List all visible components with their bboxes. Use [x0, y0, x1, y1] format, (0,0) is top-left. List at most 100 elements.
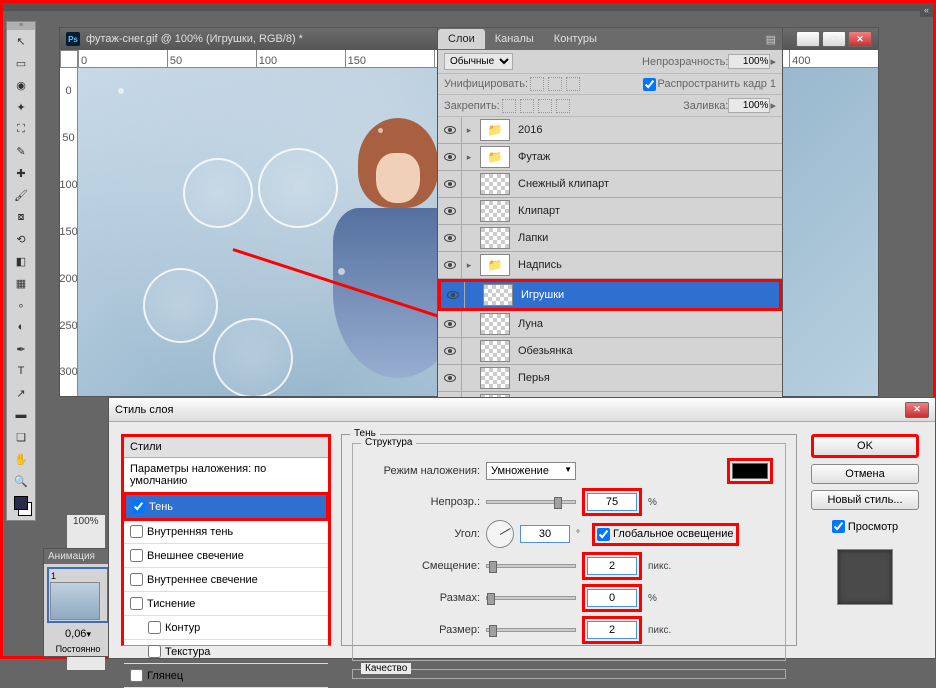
- cancel-button[interactable]: Отмена: [811, 464, 919, 484]
- stamp-tool[interactable]: ⧇: [7, 206, 35, 228]
- style-list-item[interactable]: Тиснение: [124, 592, 328, 616]
- layer-item[interactable]: Лапки: [438, 225, 782, 252]
- tab-channels[interactable]: Каналы: [485, 29, 544, 49]
- dialog-close-button[interactable]: ✕: [905, 402, 929, 418]
- angle-wheel[interactable]: [486, 520, 514, 548]
- style-checkbox[interactable]: [148, 645, 161, 658]
- distance-input[interactable]: [587, 557, 637, 575]
- foreground-color[interactable]: [14, 496, 28, 510]
- size-input[interactable]: [587, 621, 637, 639]
- unify-style-icon[interactable]: [566, 77, 580, 91]
- zoom-tool[interactable]: 🔍: [7, 470, 35, 492]
- visibility-toggle[interactable]: [438, 338, 462, 364]
- path-tool[interactable]: ↗: [7, 382, 35, 404]
- 3d-tool[interactable]: ❏: [7, 426, 35, 448]
- dialog-titlebar[interactable]: Стиль слоя ✕: [109, 398, 935, 422]
- hand-tool[interactable]: ✋: [7, 448, 35, 470]
- style-checkbox[interactable]: [130, 597, 143, 610]
- marquee-tool[interactable]: ▭: [7, 52, 35, 74]
- expand-icon[interactable]: ▸: [462, 152, 476, 163]
- shape-tool[interactable]: ▬: [7, 404, 35, 426]
- layer-item[interactable]: Луна: [438, 311, 782, 338]
- size-slider[interactable]: [486, 628, 576, 632]
- spread-input[interactable]: [587, 589, 637, 607]
- close-button[interactable]: ✕: [848, 31, 872, 47]
- wand-tool[interactable]: ✦: [7, 96, 35, 118]
- lock-pixels-icon[interactable]: [520, 99, 534, 113]
- shadow-color-swatch[interactable]: [732, 463, 768, 479]
- loop-mode[interactable]: Постоянно: [44, 642, 112, 656]
- global-light-checkbox[interactable]: [597, 528, 610, 541]
- layer-item[interactable]: Перья: [438, 365, 782, 392]
- visibility-toggle[interactable]: [438, 198, 462, 224]
- tab-layers[interactable]: Слои: [438, 29, 485, 49]
- brush-tool[interactable]: 🖌: [7, 184, 35, 206]
- style-list-item[interactable]: Внутреннее свечение: [124, 568, 328, 592]
- style-checkbox[interactable]: [148, 621, 161, 634]
- style-checkbox[interactable]: [130, 549, 143, 562]
- lock-all-icon[interactable]: [556, 99, 570, 113]
- move-tool[interactable]: ↖: [7, 30, 35, 52]
- visibility-toggle[interactable]: [438, 117, 462, 143]
- eyedropper-tool[interactable]: ✎: [7, 140, 35, 162]
- opacity-input[interactable]: [587, 493, 637, 511]
- unify-visibility-icon[interactable]: [548, 77, 562, 91]
- visibility-toggle[interactable]: [438, 311, 462, 337]
- minimize-button[interactable]: –: [796, 31, 820, 47]
- style-list-item[interactable]: Внешнее свечение: [124, 544, 328, 568]
- style-checkbox[interactable]: [132, 500, 145, 513]
- lasso-tool[interactable]: ◉: [7, 74, 35, 96]
- layer-item[interactable]: ▸📁Футаж: [438, 144, 782, 171]
- history-brush-tool[interactable]: ⟲: [7, 228, 35, 250]
- dodge-tool[interactable]: ◐: [7, 316, 35, 338]
- visibility-toggle[interactable]: [441, 282, 465, 308]
- eraser-tool[interactable]: ◧: [7, 250, 35, 272]
- style-list-item[interactable]: Глянец: [124, 664, 328, 688]
- expand-icon[interactable]: ▸: [462, 260, 476, 271]
- gradient-tool[interactable]: ▦: [7, 272, 35, 294]
- style-checkbox[interactable]: [130, 525, 143, 538]
- new-style-button[interactable]: Новый стиль...: [811, 490, 919, 510]
- visibility-toggle[interactable]: [438, 252, 462, 278]
- angle-input[interactable]: [520, 525, 570, 543]
- blend-mode-select[interactable]: Обычные: [444, 53, 513, 70]
- color-swatches[interactable]: [7, 492, 35, 520]
- style-checkbox[interactable]: [130, 669, 143, 682]
- style-list-item[interactable]: Параметры наложения: по умолчанию: [124, 458, 328, 493]
- blend-mode-dropdown[interactable]: Умножение: [486, 462, 576, 480]
- type-tool[interactable]: T: [7, 360, 35, 382]
- visibility-toggle[interactable]: [438, 365, 462, 391]
- layer-item[interactable]: Игрушки: [438, 279, 782, 311]
- expand-icon[interactable]: ▸: [462, 125, 476, 136]
- layer-item[interactable]: ▸📁Надпись: [438, 252, 782, 279]
- heal-tool[interactable]: ✚: [7, 162, 35, 184]
- fill-input[interactable]: [728, 98, 770, 113]
- ok-button[interactable]: OK: [811, 434, 919, 458]
- frame-delay[interactable]: 0,06▾: [44, 626, 112, 642]
- animation-frame[interactable]: 1: [47, 567, 109, 623]
- style-checkbox[interactable]: [130, 573, 143, 586]
- style-list-item[interactable]: Тень: [123, 492, 329, 521]
- preview-checkbox[interactable]: [832, 520, 845, 533]
- propagate-checkbox[interactable]: [643, 78, 656, 91]
- style-list-item[interactable]: Текстура: [124, 640, 328, 664]
- opacity-slider[interactable]: [486, 500, 576, 504]
- blur-tool[interactable]: ∘: [7, 294, 35, 316]
- opacity-input[interactable]: [728, 54, 770, 69]
- layer-item[interactable]: Снежный клипарт: [438, 171, 782, 198]
- crop-tool[interactable]: ⛶: [7, 118, 35, 140]
- distance-slider[interactable]: [486, 564, 576, 568]
- style-list-item[interactable]: Контур: [124, 616, 328, 640]
- lock-position-icon[interactable]: [538, 99, 552, 113]
- spread-slider[interactable]: [486, 596, 576, 600]
- lock-transparent-icon[interactable]: [502, 99, 516, 113]
- maximize-button[interactable]: □: [822, 31, 846, 47]
- unify-position-icon[interactable]: [530, 77, 544, 91]
- panel-collapse-icon[interactable]: «: [920, 3, 933, 17]
- tab-paths[interactable]: Контуры: [544, 29, 607, 49]
- visibility-toggle[interactable]: [438, 171, 462, 197]
- dropdown-icon[interactable]: ▸: [770, 99, 776, 112]
- style-list-item[interactable]: Внутренняя тень: [124, 520, 328, 544]
- visibility-toggle[interactable]: [438, 225, 462, 251]
- pen-tool[interactable]: ✒: [7, 338, 35, 360]
